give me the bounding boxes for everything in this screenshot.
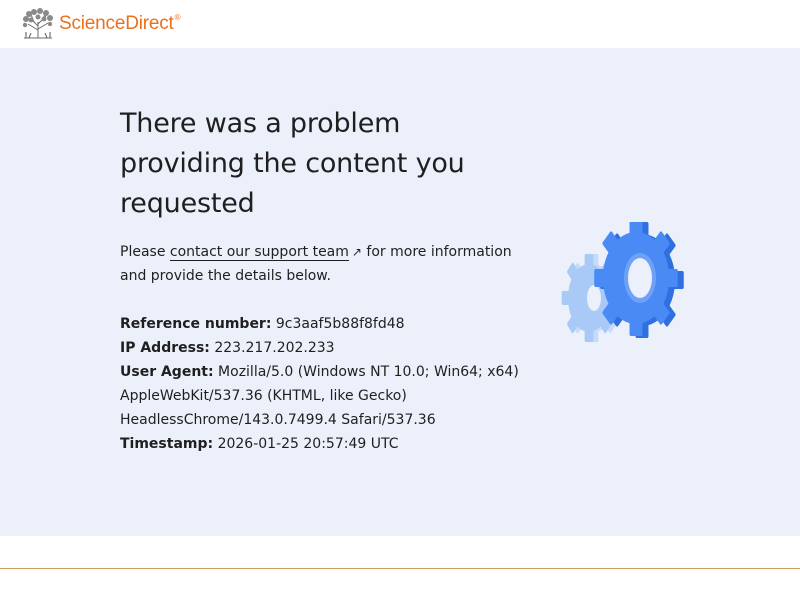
- footer-divider: [0, 568, 800, 569]
- intro-text-start: Please: [120, 244, 170, 260]
- detail-row-reference-number: Reference number: 9c3aaf5b88f8fd48: [120, 312, 540, 336]
- large-gear: [594, 222, 684, 338]
- detail-value: 9c3aaf5b88f8fd48: [275, 316, 405, 332]
- detail-row-user-agent: User Agent: Mozilla/5.0 (Windows NT 10.0…: [120, 360, 540, 432]
- sciencedirect-logo-link[interactable]: ScienceDirect®: [20, 8, 181, 40]
- site-header: ScienceDirect®: [0, 0, 800, 48]
- error-title: There was a problem providing the conten…: [120, 108, 465, 219]
- external-arrow-icon: ↗: [351, 245, 362, 259]
- detail-value: 223.217.202.233: [214, 340, 335, 356]
- contact-support-link[interactable]: contact our support team: [169, 244, 349, 261]
- detail-label: User Agent:: [120, 364, 214, 380]
- detail-value: 2026-01-25 20:57:49 UTC: [217, 436, 399, 452]
- error-intro: Please contact our support team ↗ for mor…: [120, 240, 540, 288]
- registered-mark: ®: [174, 13, 181, 22]
- detail-label: Reference number:: [120, 316, 272, 332]
- detail-label: IP Address:: [120, 340, 210, 356]
- detail-label: Timestamp:: [120, 436, 214, 452]
- brand-name: ScienceDirect®: [59, 13, 181, 34]
- elsevier-tree-icon: [20, 8, 56, 40]
- detail-row-timestamp: Timestamp: 2026-01-25 20:57:49 UTC: [120, 432, 540, 456]
- error-details: Reference number: 9c3aaf5b88f8fd48 IP Ad…: [120, 312, 540, 456]
- detail-row-ip-address: IP Address: 223.217.202.233: [120, 336, 540, 360]
- gears-icon: [561, 222, 684, 342]
